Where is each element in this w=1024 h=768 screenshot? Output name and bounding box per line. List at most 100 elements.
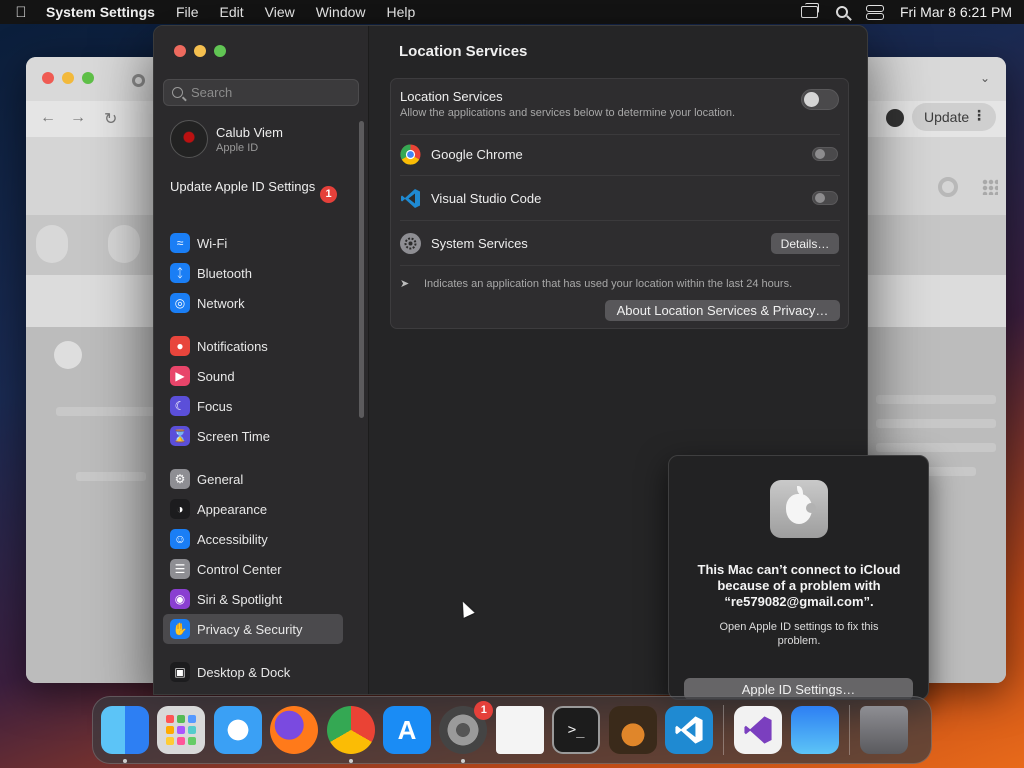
- sidebar-search[interactable]: [163, 79, 359, 106]
- sidebar-item-privacy-security[interactable]: ✋ Privacy & Security: [163, 614, 343, 644]
- sidebar-group-desktop: ▣ Desktop & Dock: [163, 657, 343, 687]
- chevron-down-icon[interactable]: ⌄: [980, 71, 990, 85]
- sidebar-item-label: Appearance: [197, 501, 268, 517]
- trash-icon[interactable]: [860, 706, 909, 754]
- reload-icon[interactable]: ↻: [104, 109, 117, 129]
- sidebar-item-desktop-dock[interactable]: ▣ Desktop & Dock: [163, 657, 343, 687]
- sidebar-item-appearance[interactable]: ◑ Appearance: [163, 494, 343, 524]
- sidebar-scrollbar[interactable]: [359, 121, 364, 418]
- sidebar-item-network[interactable]: ◎ Network: [163, 288, 343, 318]
- vscode-icon[interactable]: [664, 706, 713, 754]
- running-indicator: [461, 759, 466, 763]
- dock-separator: [849, 705, 851, 755]
- menu-help[interactable]: Help: [387, 4, 416, 20]
- sidebar-item-label: Siri & Spotlight: [197, 591, 283, 607]
- apple-menu-icon[interactable]: : [12, 4, 30, 21]
- running-indicator: [348, 759, 353, 763]
- menu-clock[interactable]: Fri Mar 8 6:21 PM: [900, 4, 1012, 20]
- apple-id-account[interactable]: Calub Viem Apple ID: [170, 120, 283, 158]
- launchpad-icon[interactable]: [157, 706, 206, 754]
- menu-view[interactable]: View: [265, 4, 295, 20]
- vscode-icon: [400, 188, 421, 209]
- menu-file[interactable]: File: [176, 4, 199, 20]
- app-name-system-services: System Services: [431, 235, 528, 251]
- siri-icon: ◉: [170, 589, 190, 609]
- profile-avatar-icon[interactable]: [886, 109, 904, 127]
- safari-icon[interactable]: [213, 706, 262, 754]
- hand-icon: ✋: [170, 619, 190, 639]
- app-store-icon[interactable]: A: [382, 706, 431, 754]
- chrome-update-button[interactable]: Update ⋮: [912, 103, 996, 131]
- globe-icon: ◎: [170, 293, 190, 313]
- update-apple-id-settings[interactable]: Update Apple ID Settings: [170, 179, 340, 195]
- chrome-maximize-button[interactable]: [82, 72, 94, 84]
- blurred-text: [876, 443, 996, 452]
- sidebar-item-label: Wi-Fi: [197, 235, 228, 251]
- divider: [400, 175, 840, 176]
- weather-icon[interactable]: [790, 706, 839, 754]
- location-services-toggle[interactable]: [801, 89, 839, 110]
- gear-icon[interactable]: [938, 177, 958, 197]
- sidebar-item-bluetooth[interactable]: ᛨ Bluetooth: [163, 258, 343, 288]
- terminal-icon[interactable]: >_: [552, 706, 601, 754]
- control-center-icon[interactable]: [865, 5, 884, 20]
- location-services-title: Location Services: [400, 89, 503, 104]
- sidebar-item-siri-spotlight[interactable]: ◉ Siri & Spotlight: [163, 584, 343, 614]
- blurred-text: [876, 419, 996, 428]
- finder-icon[interactable]: [101, 706, 149, 763]
- more-vertical-icon[interactable]: ⋮: [972, 107, 986, 124]
- moon-icon: ☾: [170, 396, 190, 416]
- sidebar-item-general[interactable]: ⚙ General: [163, 464, 343, 494]
- app-row-chrome: Google Chrome: [400, 139, 840, 169]
- blurred-text: [876, 395, 996, 404]
- about-location-services-button[interactable]: About Location Services & Privacy…: [605, 300, 840, 321]
- apps-grid-icon[interactable]: [982, 179, 998, 195]
- filter-chip[interactable]: [36, 225, 68, 263]
- window-close-button[interactable]: [174, 45, 186, 57]
- alert-message: Open Apple ID settings to fix this probl…: [719, 621, 879, 647]
- page-title: Location Services: [399, 43, 528, 60]
- menu-window[interactable]: Window: [316, 4, 366, 20]
- garageband-icon[interactable]: [608, 706, 657, 754]
- sidebar-item-sound[interactable]: ▶ Sound: [163, 361, 343, 391]
- chrome-location-toggle[interactable]: [812, 147, 838, 161]
- settings-sidebar: Calub Viem Apple ID Update Apple ID Sett…: [154, 26, 369, 694]
- control-center-icon: ☰: [170, 559, 190, 579]
- window-zoom-button[interactable]: [214, 45, 226, 57]
- result-favicon: [54, 341, 82, 369]
- sidebar-item-accessibility[interactable]: ☺ Accessibility: [163, 524, 343, 554]
- sidebar-item-label: Screen Time: [197, 428, 270, 444]
- back-arrow-icon[interactable]: ←: [40, 109, 56, 127]
- window-minimize-button[interactable]: [194, 45, 206, 57]
- screen-mirroring-icon[interactable]: [800, 3, 819, 18]
- spotlight-search-icon[interactable]: [835, 6, 848, 18]
- system-settings-icon[interactable]: 1: [439, 701, 494, 763]
- location-services-panel: Location Services Allow the applications…: [390, 78, 849, 329]
- sidebar-item-focus[interactable]: ☾ Focus: [163, 391, 343, 421]
- menu-app-name[interactable]: System Settings: [46, 4, 155, 20]
- sidebar-item-screen-time[interactable]: ⌛ Screen Time: [163, 421, 343, 451]
- chrome-minimize-button[interactable]: [62, 72, 74, 84]
- visual-studio-icon[interactable]: [734, 706, 783, 754]
- sidebar-item-label: Desktop & Dock: [197, 664, 291, 680]
- sidebar-item-notifications[interactable]: ● Notifications: [163, 331, 343, 361]
- app-row-vscode: Visual Studio Code: [400, 183, 840, 213]
- search-input[interactable]: [191, 85, 341, 100]
- system-services-details-button[interactable]: Details…: [771, 233, 839, 254]
- accessibility-icon: ☺: [170, 529, 190, 549]
- forward-arrow-icon[interactable]: →: [70, 109, 86, 127]
- sidebar-item-label: Accessibility: [197, 531, 268, 547]
- filter-chip[interactable]: [108, 225, 140, 263]
- sidebar-item-wi-fi[interactable]: ≈ Wi-Fi: [163, 228, 343, 258]
- firefox-icon[interactable]: [270, 706, 319, 754]
- sidebar-item-control-center[interactable]: ☰ Control Center: [163, 554, 343, 584]
- vscode-location-toggle[interactable]: [812, 191, 838, 205]
- dock: A 1 >_: [92, 696, 932, 764]
- avatar: [170, 120, 208, 158]
- apple-logo-icon: [770, 480, 828, 538]
- textedit-icon[interactable]: [495, 706, 544, 754]
- chrome-icon[interactable]: [326, 706, 375, 763]
- chrome-close-button[interactable]: [42, 72, 54, 84]
- menu-edit[interactable]: Edit: [220, 4, 244, 20]
- sidebar-group-notifications: ● Notifications ▶ Sound ☾ Focus ⌛ Screen Time: [163, 331, 343, 451]
